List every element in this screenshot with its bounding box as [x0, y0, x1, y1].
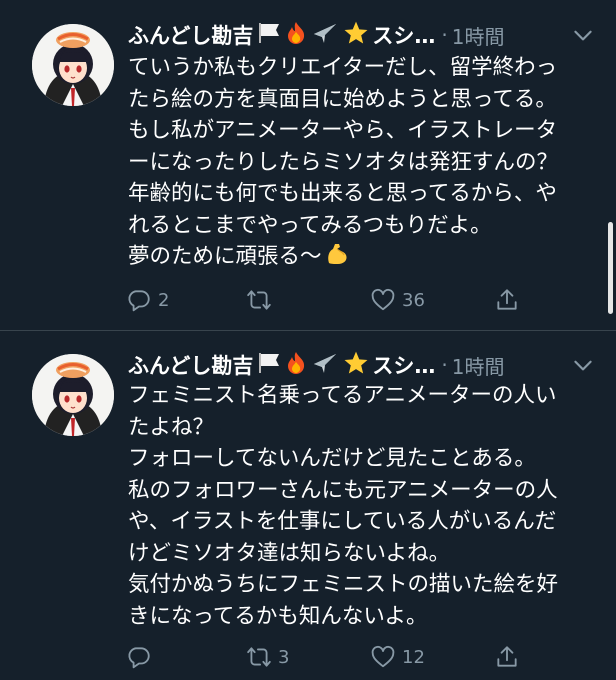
reply-icon: [128, 647, 150, 669]
avatar-image: [32, 354, 114, 436]
tweet-text-line: たら絵の方を真面目に始めようと思ってる。: [128, 86, 557, 112]
chevron-down-icon[interactable]: [570, 352, 596, 378]
tweet-header: ふんどし勘吉 スシ… · 1時間: [128, 20, 596, 50]
like-button[interactable]: 36: [370, 287, 425, 313]
display-name[interactable]: ふんどし勘吉: [128, 20, 253, 50]
tweet-text-line: もし私がアニメーターやら、イラストレータ: [128, 118, 558, 143]
reply-button[interactable]: [126, 644, 158, 670]
share-button[interactable]: [494, 644, 520, 670]
timestamp[interactable]: 1時間: [452, 21, 505, 50]
tweet-text-line: フォローしてないんだけど見たことある。: [128, 446, 536, 471]
retweet-button[interactable]: [246, 287, 278, 313]
tweet-text-line-last: 夢のために頑張る〜: [128, 241, 598, 273]
tweet-text-line: 私のフォロワーさんにも元アニメーターの人: [128, 477, 558, 503]
retweet-icon: [247, 647, 271, 667]
tweet-text-line: けどミソオタ達は知らないよね。: [128, 540, 451, 566]
tweet-actions: 2 36: [126, 285, 596, 315]
tweet-text-line: や、イラストを仕事にしている人がいるんだ: [128, 509, 557, 534]
retweet-icon: [247, 290, 271, 310]
separator-dot: ·: [441, 23, 448, 47]
tweet-text-line: ていうか私もクリエイターだし、留学終わっ: [128, 55, 558, 80]
tweet-text-line: ーになったりしたらミソオタは発狂すんの？: [128, 149, 559, 175]
fire-icon: [285, 351, 307, 379]
tweet-text-fragment: 夢のために頑張る〜: [128, 244, 322, 269]
tweet-actions: 3 12: [126, 642, 596, 672]
share-button[interactable]: [494, 287, 520, 313]
white-flag-icon: [257, 352, 281, 378]
avatar[interactable]: [32, 354, 114, 436]
like-count: 36: [402, 289, 425, 311]
tweet-text: フェミニスト名乗ってるアニメーターの人い たよね？ フォローしてないんだけど見た…: [128, 380, 598, 632]
heart-icon: [371, 288, 395, 311]
display-name[interactable]: ふんどし勘吉: [128, 350, 253, 380]
retweet-count: 3: [278, 646, 290, 668]
airplane-icon: [311, 20, 339, 50]
reply-icon: [128, 290, 150, 312]
tweet-text-line: フェミニスト名乗ってるアニメーターの人い: [128, 383, 557, 408]
white-flag-icon: [257, 22, 281, 48]
retweet-button[interactable]: 3: [246, 644, 289, 670]
flexed-biceps-emoji: [327, 244, 347, 264]
share-icon: [497, 646, 517, 667]
share-icon: [497, 289, 517, 310]
tweet[interactable]: ふんどし勘吉 スシ… · 1時間 フェミニスト名乗ってるアニメーターの人い たよ…: [0, 330, 616, 680]
tweet-text-line: 気付かぬうちにフェミニストの描いた絵を好: [128, 572, 559, 597]
timeline: ふんどし勘吉 スシ… · 1時間 ていうか私もクリエイターだし、留学終わっ たら…: [0, 0, 616, 680]
reply-button[interactable]: 2: [126, 287, 169, 313]
reply-count: 2: [158, 289, 170, 311]
chevron-down-icon[interactable]: [570, 22, 596, 48]
airplane-icon: [311, 350, 339, 380]
tweet-text-line: たよね？: [128, 414, 215, 440]
tweet-text-line: きになってるかも知んないよ。: [128, 603, 428, 629]
scrollbar-thumb[interactable]: [608, 222, 613, 314]
timestamp[interactable]: 1時間: [452, 351, 505, 380]
tweet-text-line: 年齢的にも何でも出来ると思ってるから、や: [128, 181, 557, 206]
star-icon: [343, 350, 369, 380]
star-icon: [343, 20, 369, 50]
tweet-text-line: れるとこまでやってみるつもりだよ。: [128, 212, 492, 238]
display-name-truncated: スシ…: [372, 354, 436, 378]
tweet-text: ていうか私もクリエイターだし、留学終わっ たら絵の方を真面目に始めようと思ってる…: [128, 52, 598, 273]
like-count: 12: [402, 646, 425, 668]
separator-dot: ·: [441, 353, 448, 377]
heart-icon: [371, 645, 395, 668]
avatar[interactable]: [32, 24, 114, 106]
avatar-image: [32, 24, 114, 106]
tweet-header: ふんどし勘吉 スシ… · 1時間: [128, 350, 596, 380]
display-name-truncated: スシ…: [372, 24, 436, 48]
fire-icon: [285, 21, 307, 49]
like-button[interactable]: 12: [370, 644, 425, 670]
tweet[interactable]: ふんどし勘吉 スシ… · 1時間 ていうか私もクリエイターだし、留学終わっ たら…: [0, 0, 616, 330]
